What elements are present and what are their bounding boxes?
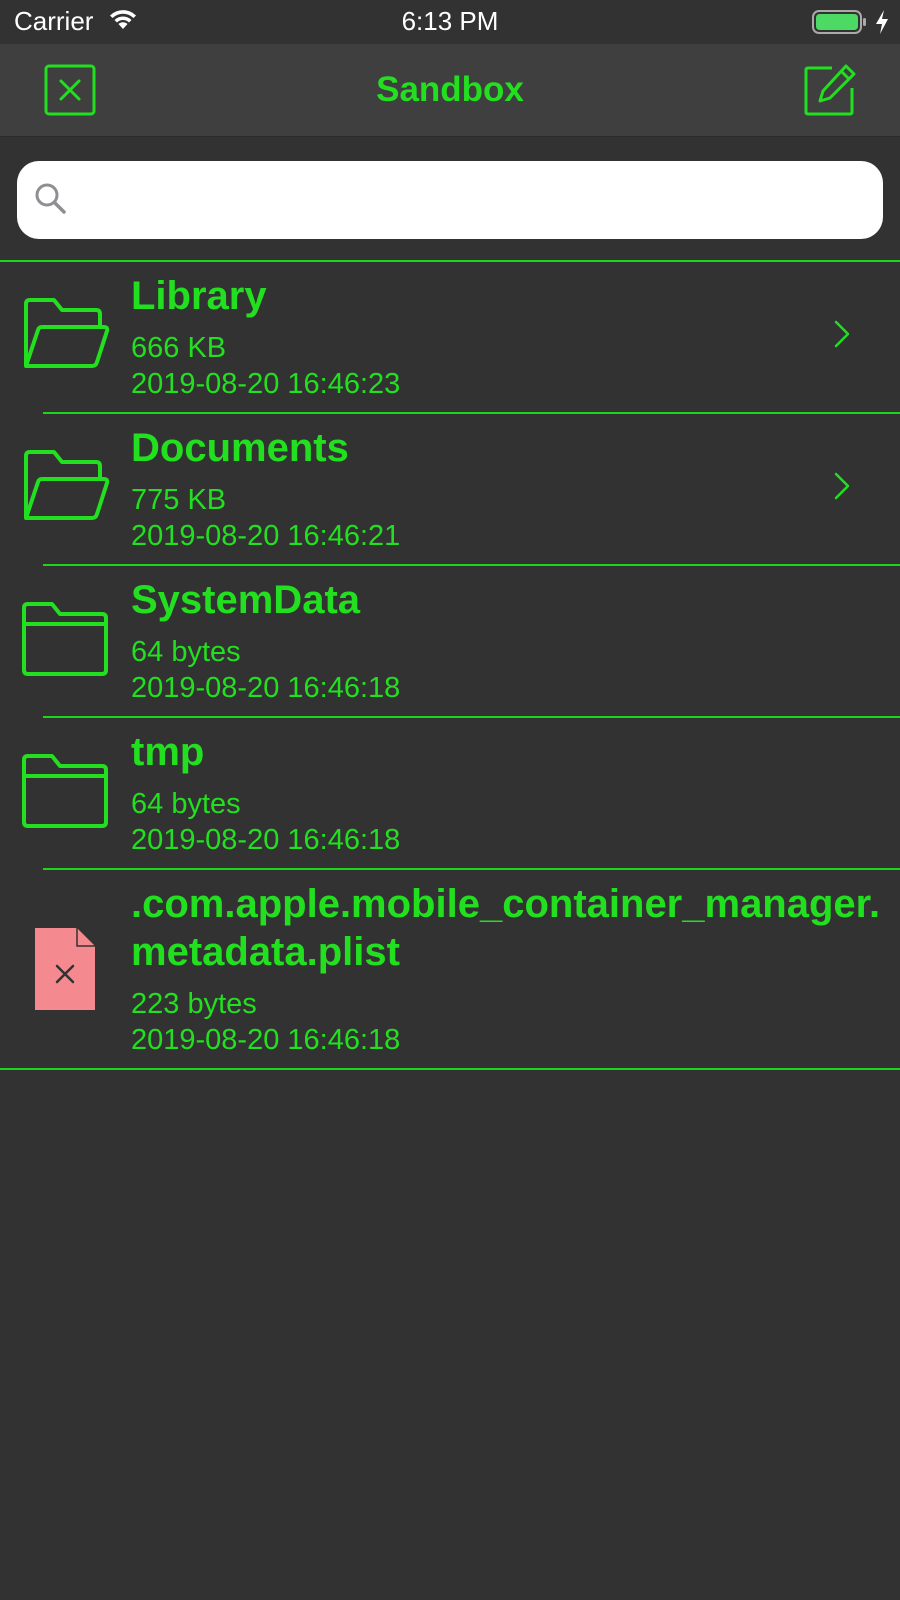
search-bar[interactable] — [17, 161, 883, 239]
page-title: Sandbox — [376, 70, 524, 109]
file-name: Library — [131, 274, 267, 318]
screen: Carrier 6:13 PM Sandbox Library 666 KB 2… — [0, 0, 900, 1600]
chevron-right-icon — [834, 320, 850, 348]
edit-button[interactable] — [802, 62, 858, 118]
file-row-metadata-plist[interactable]: .com.apple.mobile_container_manager.meta… — [0, 870, 900, 1070]
file-error-icon — [35, 928, 95, 1010]
search-icon — [35, 183, 66, 214]
file-date: 2019-08-20 16:46:21 — [131, 520, 401, 552]
file-name: tmp — [131, 730, 205, 774]
file-size: 64 bytes — [131, 636, 241, 668]
file-list: Library 666 KB 2019-08-20 16:46:23 Docum… — [0, 262, 900, 1070]
nav-bar: Sandbox — [0, 44, 900, 137]
file-name: Documents — [131, 426, 349, 470]
file-row-tmp[interactable]: tmp 64 bytes 2019-08-20 16:46:18 — [0, 718, 900, 870]
search-area — [0, 137, 900, 260]
file-size: 223 bytes — [131, 988, 257, 1020]
row-divider — [0, 1068, 900, 1070]
file-row-systemdata[interactable]: SystemData 64 bytes 2019-08-20 16:46:18 — [0, 566, 900, 718]
file-date: 2019-08-20 16:46:23 — [131, 368, 401, 400]
file-name: SystemData — [131, 578, 361, 622]
file-size: 775 KB — [131, 484, 227, 516]
battery-icon — [812, 10, 866, 34]
search-input[interactable] — [83, 173, 867, 229]
edit-icon — [804, 64, 856, 116]
file-date: 2019-08-20 16:46:18 — [131, 672, 401, 704]
file-date: 2019-08-20 16:46:18 — [131, 1024, 401, 1056]
chevron-right-icon — [834, 472, 850, 500]
status-time: 6:13 PM — [401, 6, 499, 36]
folder-icon — [22, 754, 108, 828]
charging-icon — [876, 10, 888, 34]
file-size: 64 bytes — [131, 788, 241, 820]
file-row-documents[interactable]: Documents 775 KB 2019-08-20 16:46:21 — [0, 414, 900, 566]
file-row-library[interactable]: Library 666 KB 2019-08-20 16:46:23 — [0, 262, 900, 414]
status-bar: Carrier 6:13 PM — [0, 0, 900, 44]
file-date: 2019-08-20 16:46:18 — [131, 824, 401, 856]
folder-open-icon — [24, 450, 110, 520]
file-size: 666 KB — [131, 332, 227, 364]
folder-icon — [22, 602, 108, 676]
folder-open-icon — [24, 298, 110, 368]
file-name: .com.apple.mobile_container_manager.meta… — [131, 882, 881, 974]
